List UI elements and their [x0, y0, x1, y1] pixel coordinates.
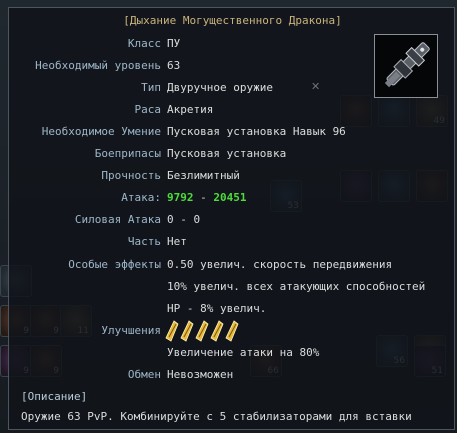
item-title: [Дыхание Могущественного Дракона]: [123, 14, 342, 27]
effect-line: HP - 8% увелич.: [167, 302, 267, 315]
stat-row-race: Раса Акретия: [9, 103, 456, 117]
stat-value: 63: [167, 59, 181, 72]
description-header: [Описание]: [21, 390, 88, 403]
stat-value: Безлимитный: [167, 169, 240, 182]
enchant-stones: [165, 320, 239, 342]
stat-value: Пусковая установка: [167, 147, 287, 160]
exchange-label: Обмен: [127, 368, 161, 381]
enchant-stone-icon: [195, 320, 209, 342]
item-tooltip: [Дыхание Могущественного Дракона] ✕ Клас…: [8, 7, 455, 430]
upgrade-bonus: Увеличение атаки на 80%: [167, 346, 320, 359]
stat-value: Пусковая установка Навык 96: [167, 125, 346, 138]
enchant-stone-icon: [165, 320, 179, 342]
attack-min: 9792: [167, 191, 194, 204]
special-effects-3: HP - 8% увелич.: [9, 302, 456, 316]
enchant-stone-icon: [225, 320, 239, 342]
stat-row-level: Необходимый уровень 63: [9, 59, 456, 73]
attack-label: Атака:: [121, 191, 161, 204]
stat-row-force-attack: Силовая Атака 0 - 0: [9, 213, 456, 227]
stat-row-ammo: Боеприпасы Пусковая установка: [9, 147, 456, 161]
attack-value: 9792 - 20451: [167, 191, 247, 205]
stat-label: Боеприпасы: [94, 147, 161, 160]
stat-label: Раса: [134, 103, 162, 116]
exchange-value: Невозможен: [167, 368, 234, 381]
stat-label: Необходимое Умение: [41, 125, 161, 138]
special-effects-2: 10% увелич. всех атакующих способностей: [9, 280, 456, 294]
stat-label: Силовая Атака: [74, 213, 161, 226]
stat-value: Двуручное оружие: [167, 81, 273, 94]
enchant-stone-icon: [180, 320, 194, 342]
effect-line: 0.50 увелич. скорость передвижения: [167, 258, 393, 271]
description-text: Оружие 63 PvP. Комбинируйте с 5 стабилиз…: [21, 410, 412, 423]
special-effects: Особые эффекты 0.50 увелич. скорость пер…: [9, 258, 456, 272]
stat-value: Нет: [167, 235, 187, 248]
effect-line: 10% увелич. всех атакующих способностей: [167, 280, 426, 293]
stat-row-durability: Прочность Безлимитный: [9, 169, 456, 183]
stat-value: 0 - 0: [167, 213, 201, 226]
stat-row-part: Часть Нет: [9, 235, 456, 249]
upgrades-label: Улучшения: [101, 324, 161, 337]
stat-row-attack: Атака: 9792 - 20451: [9, 191, 456, 205]
stat-value: ПУ: [167, 37, 181, 50]
stat-row-skill: Необходимое Умение Пусковая установка На…: [9, 125, 456, 139]
stat-row-exchange: Обмен Невозможен: [9, 368, 456, 382]
stat-value: Акретия: [167, 103, 214, 116]
stat-label: Класс: [127, 37, 161, 50]
stat-label: Прочность: [101, 169, 161, 182]
stat-label: Тип: [141, 81, 161, 94]
effects-label: Особые эффекты: [68, 258, 161, 271]
attack-separator: -: [193, 191, 214, 204]
upgrade-bonus-row: Увеличение атаки на 80%: [9, 346, 456, 360]
enchant-stone-icon: [210, 320, 224, 342]
stat-row-type: Тип Двуручное оружие: [9, 81, 456, 95]
stat-row-class: Класс ПУ: [9, 37, 456, 51]
stat-label: Часть: [127, 235, 161, 248]
stat-label: Необходимый уровень: [35, 59, 161, 72]
attack-max: 20451: [213, 191, 247, 204]
